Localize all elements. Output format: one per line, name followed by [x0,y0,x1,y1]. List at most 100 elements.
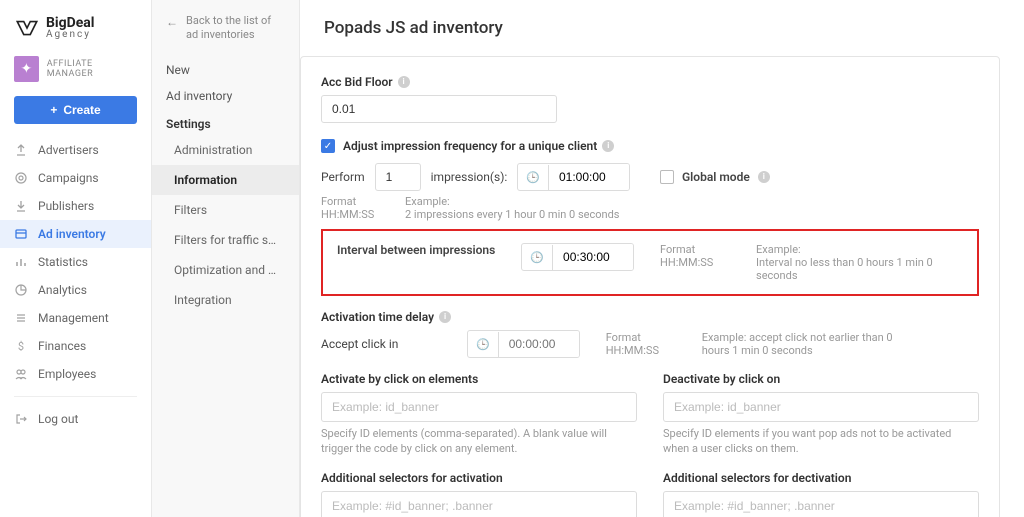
main-content: Popads JS ad inventory Acc Bid Floor i ✓… [300,0,1024,517]
nav-finances[interactable]: $ Finances [0,332,151,360]
interval-time-field[interactable] [553,244,633,270]
perform-example-label: Example: [405,195,619,208]
upload-icon [14,143,28,157]
format-label: Format HH:MM:SS [321,195,395,221]
role-label: AFFILIATE MANAGER [47,59,137,79]
info-icon[interactable]: i [758,171,770,183]
create-button-label: Create [63,103,100,117]
list-icon [14,311,28,325]
perform-time-field[interactable] [549,164,629,190]
global-mode-label: Global mode [682,170,750,184]
clock-icon: 🕒 [468,332,499,357]
interval-time-input[interactable]: 🕒 [521,243,634,271]
deactivate-input[interactable] [663,392,979,422]
avatar-icon: ✦ [14,56,39,82]
add-sel-deact-input[interactable] [663,491,979,517]
acc-bid-floor-input[interactable] [321,95,557,123]
nav-ad-inventory[interactable]: Ad inventory [0,220,151,248]
download-icon [14,199,28,213]
add-sel-act-label: Additional selectors for activation [321,471,637,485]
inventory-icon [14,227,28,241]
settings-filters[interactable]: Filters [152,195,299,225]
interval-label: Interval between impressions [337,243,495,257]
settings-filters-traffic[interactable]: Filters for traffic sour... [152,225,299,255]
clock-icon: 🕒 [522,245,553,270]
secondary-settings-heading: Settings [152,109,299,135]
settings-integration[interactable]: Integration [152,285,299,315]
info-icon[interactable]: i [439,311,451,323]
adjust-frequency-label: Adjust impression frequency for a unique… [343,139,614,153]
arrow-left-icon: ← [166,15,178,31]
interval-example-label: Example: [756,243,956,256]
secondary-sidebar: ← Back to the list of ad inventories New… [152,0,300,517]
accept-click-label: Accept click in [321,337,441,351]
info-icon[interactable]: i [602,140,614,152]
accept-click-example: Example: accept click not earlier than 0… [702,331,922,357]
accept-click-time-field[interactable] [499,331,579,357]
nav-label: Management [38,311,109,325]
add-sel-deact-label: Additional selectors for dectivation [663,471,979,485]
clock-icon: 🕒 [518,165,549,190]
settings-information[interactable]: Information [152,165,299,195]
nav-publishers[interactable]: Publishers [0,192,151,220]
plus-icon: + [50,103,57,117]
activate-elements-input[interactable] [321,392,637,422]
create-button[interactable]: + Create [14,96,137,124]
info-icon[interactable]: i [398,76,410,88]
nav-divider [14,396,137,397]
deactivate-label: Deactivate by click on [663,372,979,386]
nav-analytics[interactable]: Analytics [0,276,151,304]
nav-label: Log out [38,412,78,426]
main-nav: Advertisers Campaigns Publishers Ad inve… [0,136,151,517]
brand-logo-icon [14,18,40,38]
interval-example-text: Interval no less than 0 hours 1 min 0 se… [756,256,956,282]
format-label-3: Format HH:MM:SS [606,331,676,357]
nav-label: Employees [38,367,96,381]
settings-administration[interactable]: Administration [152,135,299,165]
deactivate-helper: Specify ID elements if you want pop ads … [663,426,979,457]
role-block: ✦ AFFILIATE MANAGER [0,50,151,92]
svg-text:$: $ [18,340,24,352]
settings-card: Acc Bid Floor i ✓ Adjust impression freq… [300,56,1000,517]
activate-elements-label: Activate by click on elements [321,372,637,386]
logo-block: BigDeal Agency [0,0,151,50]
brand-name: BigDeal [46,16,95,30]
main-sidebar: BigDeal Agency ✦ AFFILIATE MANAGER + Cre… [0,0,152,517]
activation-delay-heading: Activation time delay i [321,310,979,324]
add-sel-act-input[interactable] [321,491,637,517]
nav-label: Campaigns [38,171,99,185]
secondary-new-label: New [152,57,299,83]
nav-label: Advertisers [38,143,99,157]
perform-time-input[interactable]: 🕒 [517,163,630,191]
nav-logout[interactable]: Log out [0,405,151,433]
pie-chart-icon [14,283,28,297]
target-icon [14,171,28,185]
back-link-label: Back to the list of ad inventories [186,14,285,43]
nav-label: Publishers [38,199,94,213]
interval-highlight-box: Interval between impressions 🕒 Format HH… [321,229,979,296]
format-label-2: Format HH:MM:SS [660,243,730,269]
bar-chart-icon [14,255,28,269]
nav-label: Finances [38,339,86,353]
perform-label: Perform [321,170,365,184]
nav-advertisers[interactable]: Advertisers [0,136,151,164]
perform-example-text: 2 impressions every 1 hour 0 min 0 secon… [405,208,619,221]
secondary-sub-label: Ad inventory [152,83,299,109]
back-link[interactable]: ← Back to the list of ad inventories [152,14,299,57]
activate-elements-helper: Specify ID elements (comma-separated). A… [321,426,637,457]
people-icon [14,367,28,381]
nav-employees[interactable]: Employees [0,360,151,388]
accept-click-time-input[interactable]: 🕒 [467,330,580,358]
perform-count-input[interactable] [375,163,421,191]
nav-statistics[interactable]: Statistics [0,248,151,276]
nav-campaigns[interactable]: Campaigns [0,164,151,192]
settings-optimization[interactable]: Optimization and rules [152,255,299,285]
brand-sub: Agency [46,30,95,40]
nav-label: Analytics [38,283,87,297]
global-mode-checkbox[interactable] [660,170,674,184]
impressions-label: impression(s): [431,170,508,184]
nav-label: Ad inventory [38,227,106,241]
nav-management[interactable]: Management [0,304,151,332]
adjust-frequency-checkbox[interactable]: ✓ [321,139,335,153]
logout-icon [14,412,28,426]
